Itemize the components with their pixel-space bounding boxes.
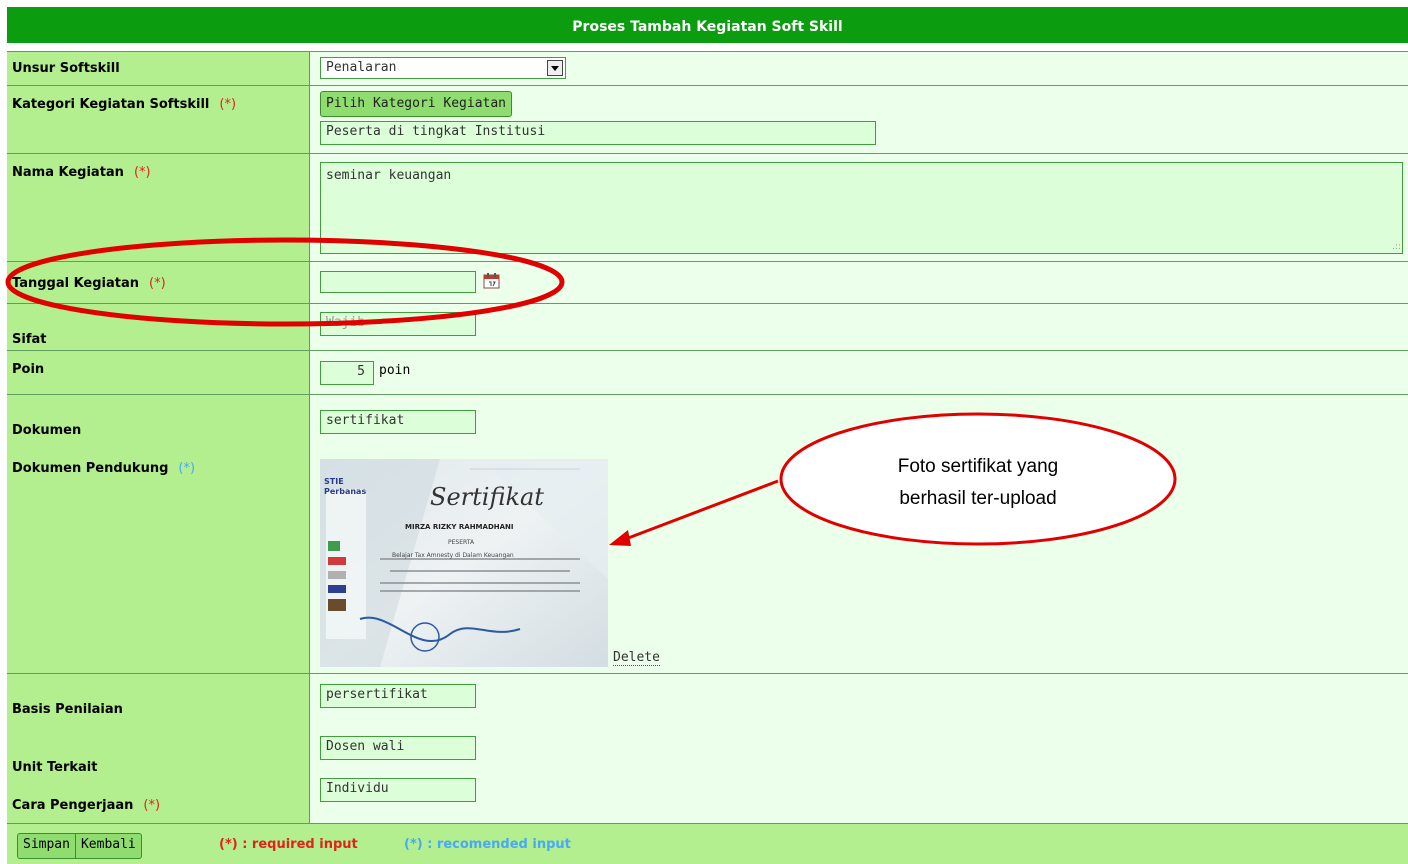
certificate-image[interactable]: Sertifikat STIE Perbanas MIRZA RIZKY RAH… <box>320 459 608 667</box>
unit-terkait-label: Unit Terkait <box>12 760 98 775</box>
row-unsur-softskill: Unsur Softskill Penalaran <box>7 51 1408 86</box>
tanggal-kegiatan-field[interactable] <box>320 271 476 293</box>
kategori-kegiatan-label: Kategori Kegiatan Softskill (*) <box>12 97 237 112</box>
required-marker: (*) <box>219 97 237 112</box>
basis-penilaian-field[interactable]: persertifikat <box>320 684 476 708</box>
unsur-softskill-select[interactable]: Penalaran <box>320 57 566 79</box>
recommended-marker: (*) <box>178 461 196 476</box>
unit-terkait-field[interactable]: Dosen wali <box>320 736 476 760</box>
simpan-button[interactable]: Simpan <box>18 834 76 858</box>
dokumen-label: Dokumen <box>12 423 82 438</box>
row-kategori-kegiatan: Kategori Kegiatan Softskill (*) Pilih Kat… <box>7 85 1408 154</box>
nama-kegiatan-textarea[interactable]: seminar keuangan <box>320 162 1403 254</box>
nama-kegiatan-label: Nama Kegiatan (*) <box>12 165 151 180</box>
callout-line-2: berhasil ter-upload <box>899 488 1057 509</box>
callout-line-1: Foto sertifikat yang <box>897 456 1059 477</box>
poin-field[interactable]: 5 <box>320 361 374 385</box>
cara-pengerjaan-field[interactable]: Individu <box>320 778 476 802</box>
certificate-recipient: MIRZA RIZKY RAHMADHANI <box>405 523 514 531</box>
sifat-field[interactable]: Wajib <box>320 312 476 336</box>
row-penilaian: Basis Penilaian Unit Terkait Cara Penger… <box>7 673 1408 824</box>
row-dokumen: Dokumen Dokumen Pendukung(*) sertifikat <box>7 394 1408 674</box>
pilih-kategori-button[interactable]: Pilih Kategori Kegiatan <box>320 91 513 117</box>
certificate-title: Sertifikat <box>430 483 544 511</box>
kembali-button[interactable]: Kembali <box>76 834 141 858</box>
form-frame: Proses Tambah Kegiatan Soft Skill Unsur … <box>7 7 1408 864</box>
required-marker: (*) <box>133 165 151 180</box>
sifat-label: Sifat <box>12 332 47 347</box>
cara-pengerjaan-label: Cara Pengerjaan (*) <box>12 798 161 813</box>
row-nama-kegiatan: Nama Kegiatan (*) seminar keuangan .:: <box>7 153 1408 262</box>
row-poin: Poin 5 poin <box>7 350 1408 395</box>
unsur-softskill-label: Unsur Softskill <box>12 61 120 76</box>
form-footer: Simpan Kembali (*) : required input (*) … <box>7 823 1408 864</box>
callout-text: Foto sertifikat yang berhasil ter-upload <box>800 451 1156 515</box>
poin-label: Poin <box>12 362 45 377</box>
row-sifat: Sifat Wajib <box>7 303 1408 351</box>
certificate-event: Belajar Tax Amnesty di Dalam Keuangan <box>392 552 514 559</box>
poin-unit: poin <box>379 363 411 378</box>
chevron-down-icon[interactable] <box>547 60 563 76</box>
kategori-kegiatan-field[interactable]: Peserta di tingkat Institusi <box>320 121 876 145</box>
tanggal-kegiatan-label: Tanggal Kegiatan (*) <box>12 276 166 291</box>
required-legend: (*) : required input <box>219 837 358 852</box>
row-tanggal-kegiatan: Tanggal Kegiatan (*) <box>7 261 1408 304</box>
certificate-logo: STIE Perbanas <box>324 477 367 496</box>
button-group: Simpan Kembali <box>17 833 142 859</box>
basis-penilaian-label: Basis Penilaian <box>12 702 123 717</box>
certificate-role: PESERTA <box>448 539 475 546</box>
resize-handle-icon[interactable]: .:: <box>1392 242 1401 252</box>
dokumen-field[interactable]: sertifikat <box>320 410 476 434</box>
form-title: Proses Tambah Kegiatan Soft Skill <box>7 7 1408 43</box>
delete-link[interactable]: Delete <box>613 651 660 666</box>
calendar-icon[interactable] <box>482 272 502 294</box>
required-marker: (*) <box>143 798 161 813</box>
required-marker: (*) <box>149 276 166 291</box>
recommended-legend: (*) : recomended input <box>404 837 571 852</box>
dokumen-pendukung-label: Dokumen Pendukung (*) <box>12 461 196 476</box>
